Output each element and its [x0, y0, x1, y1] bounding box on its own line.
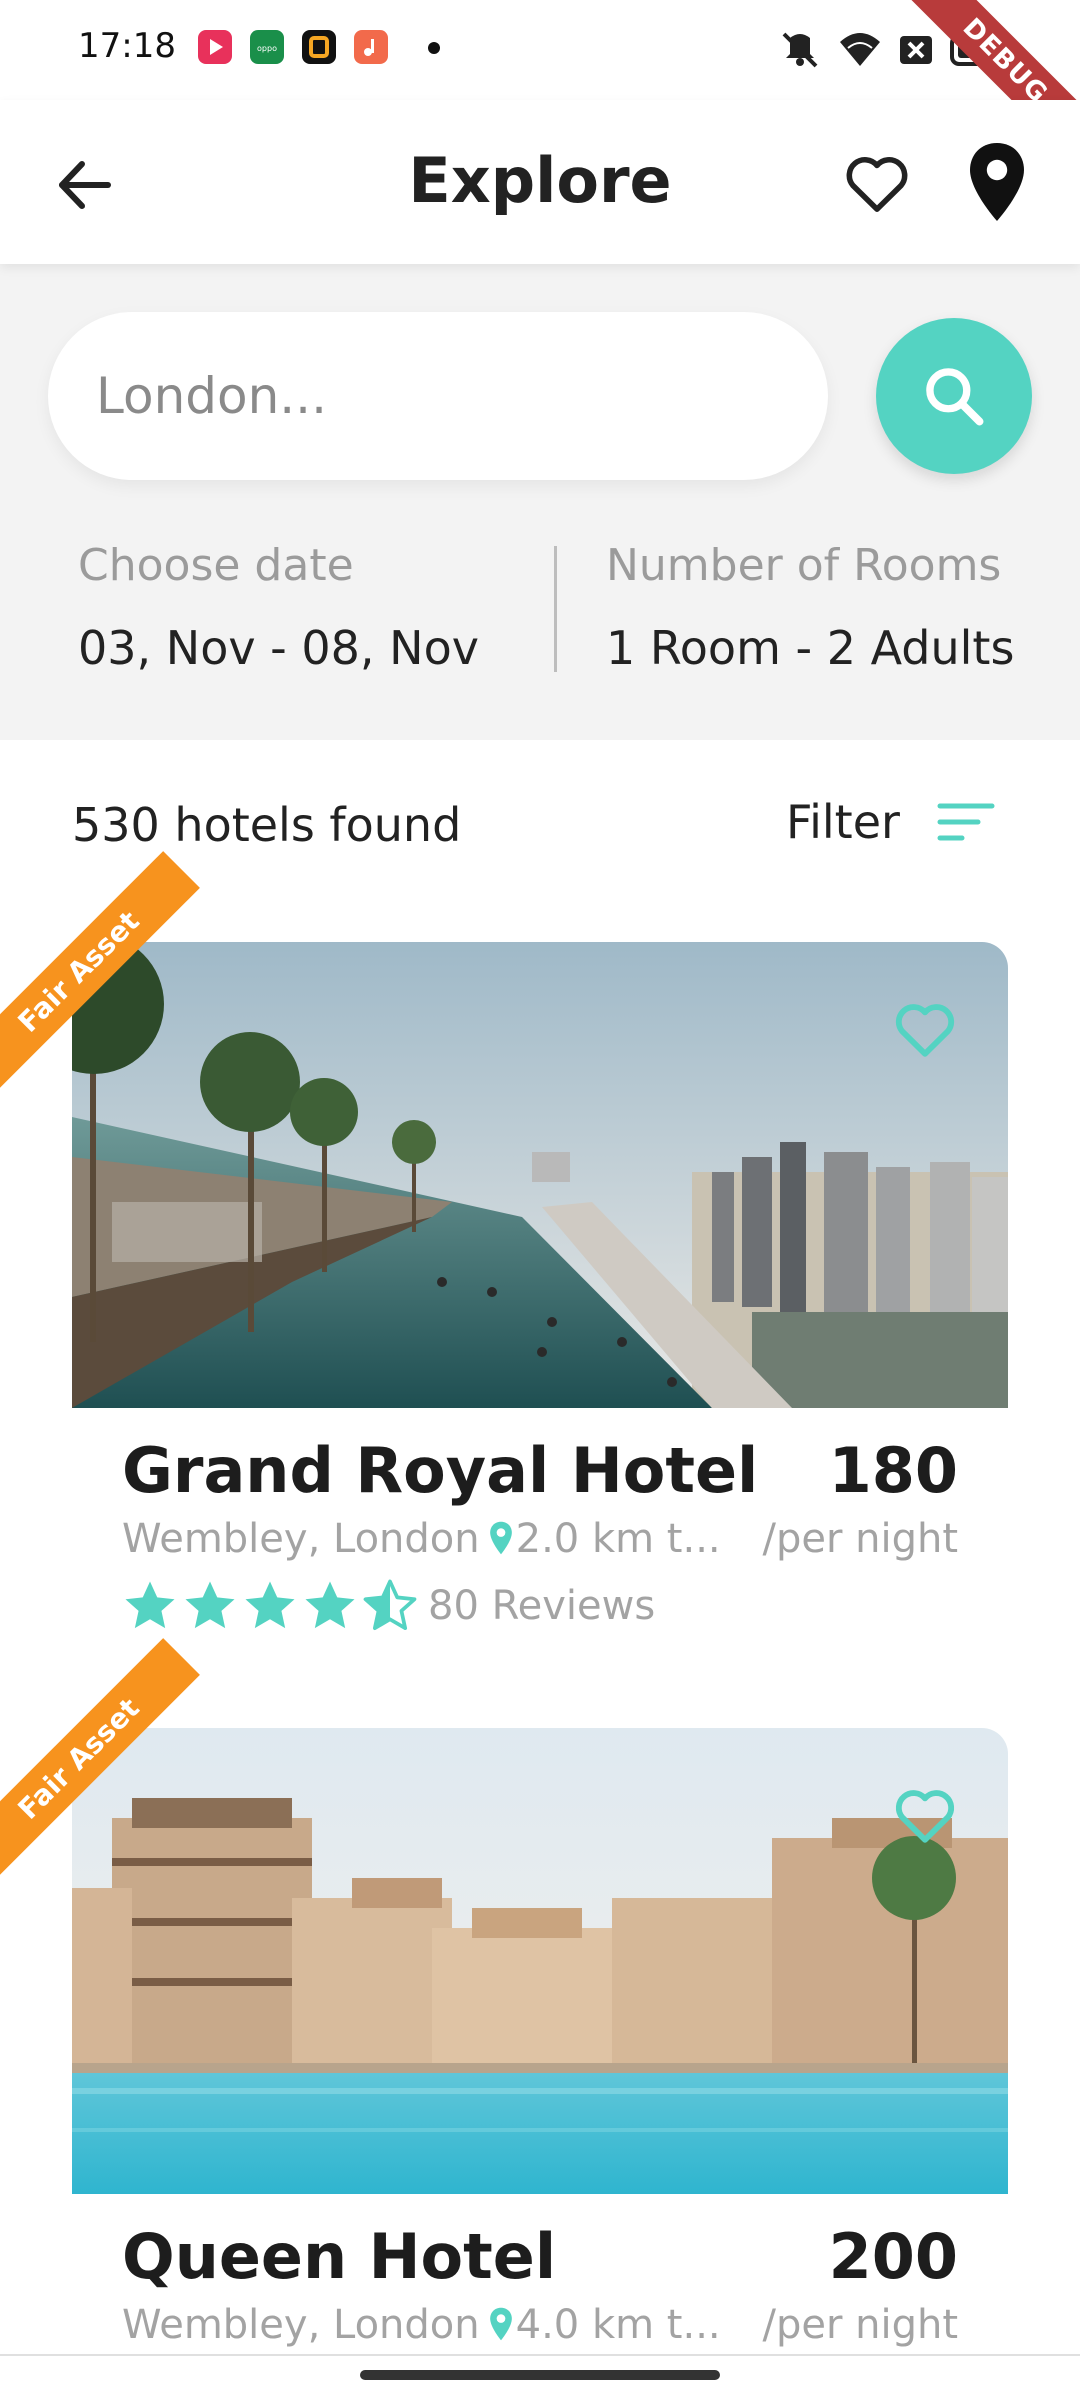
svg-text:oppo: oppo: [257, 44, 277, 53]
rooms-label: Number of Rooms: [606, 540, 1002, 591]
date-value: 03, Nov - 08, Nov: [78, 621, 479, 675]
status-time: 17:18: [78, 26, 176, 66]
search-button[interactable]: [876, 318, 1032, 474]
home-indicator[interactable]: [360, 2370, 720, 2380]
favorites-button[interactable]: [840, 146, 914, 220]
location-text: Wembley, London: [122, 1516, 480, 1562]
section-divider: [554, 546, 557, 672]
status-bar: 17:18 oppo DEBUG: [0, 0, 1080, 180]
video-app-icon: [198, 30, 232, 64]
hotel-price: 180: [828, 1434, 958, 1507]
star-filled-icon: [245, 1581, 295, 1629]
results-count: 530 hotels found: [72, 798, 462, 852]
filter-label: Filter: [786, 795, 900, 849]
date-label: Choose date: [78, 540, 354, 591]
rooms-picker[interactable]: Number of Rooms 1 Room - 2 Adults: [606, 540, 1014, 675]
hotel-location: Wembley, London 4.0 km t...: [122, 2302, 721, 2348]
hotel-price: 200: [828, 2220, 958, 2293]
rooms-value: 1 Room - 2 Adults: [606, 621, 1015, 675]
filter-icon: [937, 803, 995, 841]
map-pin-icon: [970, 143, 1024, 221]
hotel-name: Queen Hotel: [122, 2220, 557, 2293]
star-filled-icon: [185, 1581, 235, 1629]
hotel-card[interactable]: Queen Hotel 200 Wembley, London 4.0 km t…: [72, 1728, 1008, 2368]
rating: 80 Reviews: [122, 1578, 655, 1634]
oppo-app-icon: oppo: [250, 30, 284, 64]
hotel-name: Grand Royal Hotel: [122, 1434, 759, 1507]
favorite-toggle[interactable]: [890, 994, 960, 1064]
location-text: Wembley, London: [122, 2302, 480, 2348]
map-pin-icon: [489, 1521, 512, 1555]
map-pin-icon: [489, 2307, 512, 2341]
hotel-card[interactable]: Grand Royal Hotel 180 Wembley, London 2.…: [72, 942, 1008, 1642]
search-input[interactable]: [48, 312, 828, 480]
hotel-location: Wembley, London 2.0 km t...: [122, 1516, 721, 1562]
bottom-divider: [0, 2354, 1080, 2356]
orange-app-icon: [302, 30, 336, 64]
hotel-image: [72, 942, 1008, 1408]
date-picker[interactable]: Choose date 03, Nov - 08, Nov: [78, 540, 479, 675]
sim-icon: [900, 36, 932, 64]
reviews-count: 80 Reviews: [428, 1583, 656, 1629]
app-bar: Explore: [0, 100, 1080, 264]
map-button[interactable]: [960, 140, 1034, 224]
hotel-image: [72, 1728, 1008, 2194]
per-night-label: /per night: [762, 1516, 958, 1562]
star-filled-icon: [125, 1581, 175, 1629]
mute-vibrate-icon: [782, 32, 818, 68]
star-half-icon: [363, 1579, 417, 1631]
heart-outline-icon: [895, 1790, 955, 1843]
per-night-label: /per night: [762, 2302, 958, 2348]
star-filled-icon: [305, 1581, 355, 1629]
distance-text: 2.0 km t...: [515, 1516, 721, 1562]
music-app-icon: [354, 30, 388, 64]
distance-text: 4.0 km t...: [515, 2302, 721, 2348]
search-icon: [926, 368, 984, 426]
notification-dot: [428, 42, 440, 54]
search-panel: Choose date 03, Nov - 08, Nov Number of …: [0, 264, 1080, 740]
heart-outline-icon: [895, 1004, 955, 1057]
favorite-toggle[interactable]: [890, 1780, 960, 1850]
filter-button[interactable]: Filter: [786, 790, 996, 854]
page-title: Explore: [408, 144, 672, 217]
wifi-icon: [840, 33, 880, 66]
heart-outline-icon: [846, 157, 908, 212]
